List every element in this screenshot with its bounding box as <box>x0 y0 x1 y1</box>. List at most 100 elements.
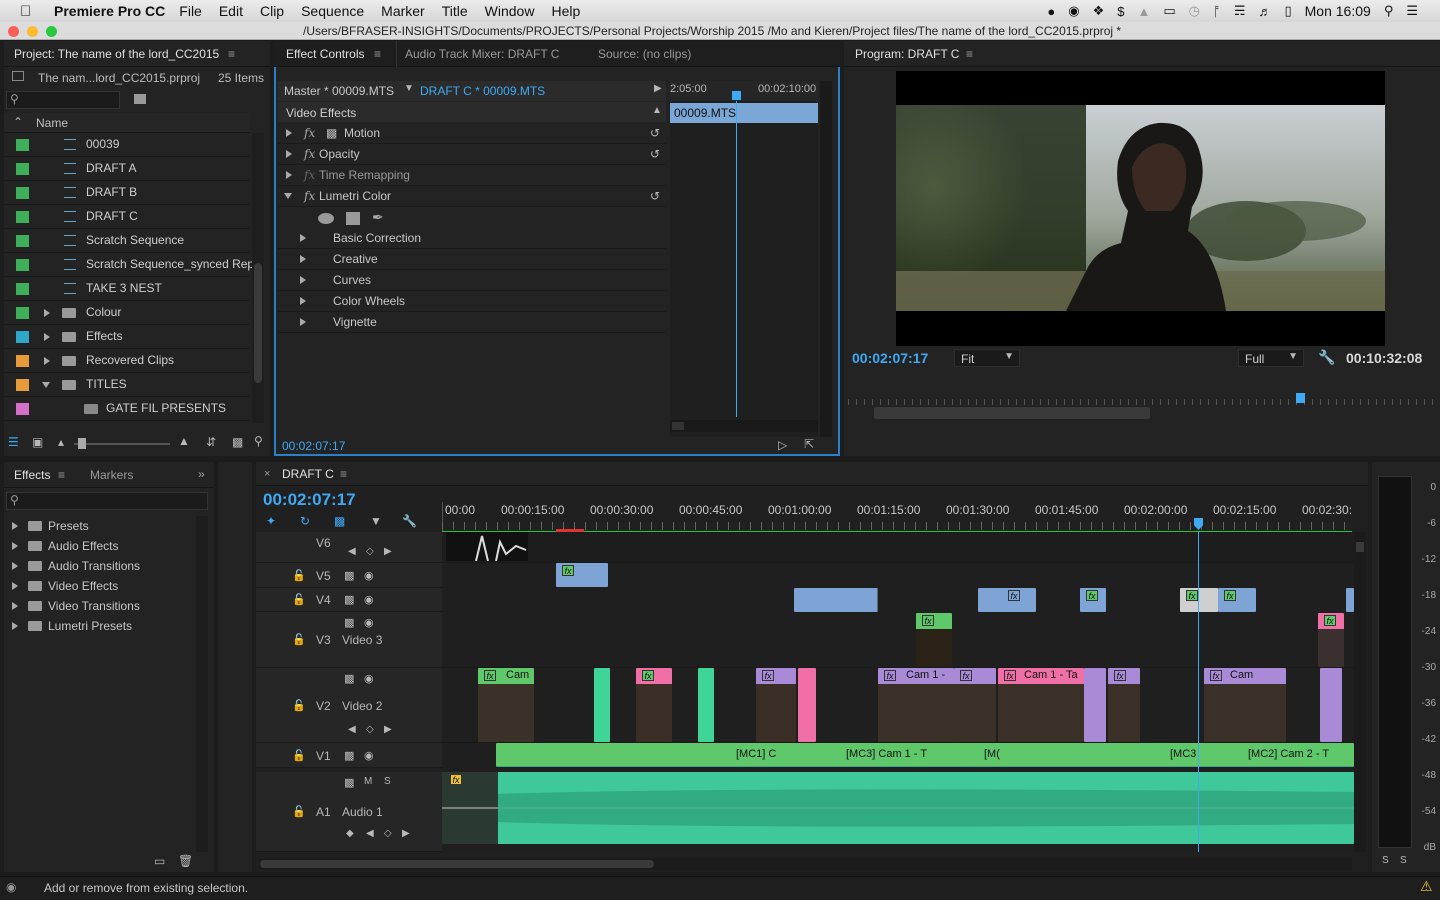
icon-view-icon[interactable]: ▣ <box>32 435 43 449</box>
clip-v2-4[interactable] <box>698 668 714 742</box>
track-label[interactable]: V3 <box>316 633 331 647</box>
panel-menu-icon[interactable]: ≡ <box>374 47 381 61</box>
ec-vscroll[interactable] <box>820 81 832 437</box>
expand-triangle-icon[interactable] <box>300 276 306 284</box>
collapse-triangle-icon[interactable] <box>284 193 292 199</box>
menu-edit[interactable]: Edit <box>219 3 243 19</box>
play-arrow-icon[interactable]: ▶ <box>654 83 662 94</box>
expand-triangle-icon[interactable] <box>300 255 306 263</box>
label-color-swatch[interactable] <box>16 379 29 391</box>
reset-effect-icon[interactable]: ↺ <box>650 186 660 206</box>
prev-keyframe-icon[interactable]: ◀ <box>348 546 356 557</box>
battery-icon[interactable]: ▯ <box>1284 3 1291 19</box>
zoom-window-button[interactable] <box>46 26 57 37</box>
menu-help[interactable]: Help <box>551 3 580 19</box>
track-header-v5[interactable]: 🔓 V5 ▩ ◉ <box>256 563 442 588</box>
effects-category[interactable]: Video Effects <box>4 576 194 596</box>
panel-menu-icon[interactable]: ≡ <box>228 47 235 61</box>
automate-to-sequence-icon[interactable]: ▩ <box>232 435 243 449</box>
notification-center-icon[interactable]: ☰ <box>1406 3 1418 19</box>
evernote-icon[interactable]: ● <box>1047 4 1055 19</box>
label-color-swatch[interactable] <box>16 403 29 415</box>
clock[interactable]: Mon 16:09 <box>1305 3 1371 19</box>
dollar-icon[interactable]: $ <box>1117 4 1124 19</box>
label-color-swatch[interactable] <box>16 307 29 319</box>
label-color-swatch[interactable] <box>16 235 29 247</box>
expand-triangle-icon[interactable] <box>12 522 18 530</box>
tab-effect-controls[interactable]: Effect Controls <box>278 41 372 67</box>
sequence-clip-label[interactable]: DRAFT C * 00009.MTS <box>420 84 545 98</box>
filter-only-icon[interactable]: ▷ <box>778 438 787 452</box>
eye-icon[interactable]: ◉ <box>364 569 374 582</box>
clip-v4-4[interactable]: fx <box>1180 588 1218 612</box>
lumetri-section[interactable]: Curves <box>278 270 666 291</box>
program-time-ruler[interactable] <box>848 387 1436 405</box>
close-window-button[interactable] <box>8 26 19 37</box>
ec-current-time[interactable]: 00:02:07:17 <box>282 439 345 453</box>
audio-clip-a1[interactable]: fx <box>442 772 1354 844</box>
solo-button[interactable]: S <box>384 776 391 787</box>
project-item[interactable]: Scratch Sequence <box>4 229 250 253</box>
project-item[interactable]: Recovered Clips <box>4 349 250 373</box>
insert-nest-icon[interactable]: ▩ <box>334 514 345 528</box>
label-color-swatch[interactable] <box>16 331 29 343</box>
toggle-sync-icon[interactable]: ▩ <box>344 569 354 582</box>
sort-chevron-icon[interactable]: ⌃ <box>13 115 23 129</box>
zoom-large-icon[interactable]: ▲ <box>178 434 190 448</box>
time-machine-icon[interactable]: ◷ <box>1189 3 1200 19</box>
add-marker-icon[interactable]: ▼ <box>370 514 382 528</box>
eye-icon[interactable]: ◉ <box>364 749 374 762</box>
program-playhead-handle[interactable] <box>1296 393 1305 403</box>
clip-v2-cam1t[interactable]: fx Cam 1 - Ta <box>998 668 1084 742</box>
new-custom-bin-icon[interactable]: ▭ <box>154 854 165 868</box>
fx-icon[interactable]: fx <box>304 123 315 143</box>
eye-icon[interactable]: ◉ <box>364 672 374 685</box>
new-bin-from-search-icon[interactable] <box>134 94 146 104</box>
lock-icon[interactable]: 🔓 <box>292 593 306 606</box>
clip-v3-2[interactable]: fx <box>1318 613 1344 667</box>
toggle-sync-icon[interactable]: ▩ <box>344 616 354 629</box>
clip-v4-5[interactable]: fx <box>1218 588 1256 612</box>
tab-effects[interactable]: Effects <box>6 462 58 488</box>
clip-v4-1[interactable] <box>794 588 878 612</box>
expand-triangle-icon[interactable] <box>12 562 18 570</box>
master-clip-label[interactable]: Master * 00009.MTS <box>284 84 394 98</box>
notification-bell-icon[interactable]: ▲ <box>1138 4 1151 19</box>
motion-transform-icon[interactable]: ▩ <box>326 123 337 143</box>
label-color-swatch[interactable] <box>16 211 29 223</box>
expand-triangle-icon[interactable] <box>12 542 18 550</box>
clip-v4-6[interactable] <box>1346 588 1354 612</box>
effect-row[interactable]: fx Opacity ↺ <box>278 144 666 165</box>
app-menu[interactable]: Premiere Pro CC <box>54 3 165 19</box>
timeline-hscroll[interactable] <box>258 858 1352 870</box>
clip-v2-8[interactable]: fx <box>954 668 996 742</box>
expand-triangle-icon[interactable] <box>12 582 18 590</box>
reset-effect-icon[interactable]: ↺ <box>650 144 660 164</box>
overflow-chevron-icon[interactable]: » <box>198 467 205 481</box>
clip-v2-cam[interactable]: fx Cam <box>478 668 534 742</box>
effects-category[interactable]: Presets <box>4 516 194 536</box>
linked-selection-icon[interactable]: ↻ <box>300 514 310 528</box>
prev-keyframe-icon[interactable]: ◀ <box>366 828 374 839</box>
ellipse-mask-icon[interactable] <box>318 213 334 224</box>
effects-category[interactable]: Lumetri Presets <box>4 616 194 636</box>
toggle-sync-icon[interactable]: ▩ <box>344 672 354 685</box>
volume-icon[interactable]: ♬ <box>1258 4 1271 19</box>
clip-v2-2[interactable] <box>594 668 610 742</box>
program-timecode[interactable]: 00:02:07:17 <box>852 350 928 366</box>
menu-clip[interactable]: Clip <box>260 3 284 19</box>
video-frame[interactable] <box>896 71 1385 346</box>
label-color-swatch[interactable] <box>16 283 29 295</box>
expand-triangle-icon[interactable] <box>44 357 50 365</box>
project-search-input[interactable]: ⚲ <box>6 91 120 109</box>
lock-icon[interactable]: 🔓 <box>292 805 306 818</box>
warning-icon[interactable]: ⚠ <box>1420 878 1433 895</box>
zoom-fit-select[interactable]: Fit ▼ <box>954 349 1020 367</box>
clip-v2-13[interactable] <box>1320 668 1342 742</box>
panel-menu-icon[interactable]: ≡ <box>966 47 973 61</box>
add-keyframe-icon[interactable]: ◇ <box>366 724 374 735</box>
label-color-swatch[interactable] <box>16 139 29 151</box>
reset-effect-icon[interactable]: ↺ <box>650 123 660 143</box>
lumetri-section[interactable]: Creative <box>278 249 666 270</box>
wrench-settings-icon[interactable]: 🔧 <box>1318 349 1335 366</box>
